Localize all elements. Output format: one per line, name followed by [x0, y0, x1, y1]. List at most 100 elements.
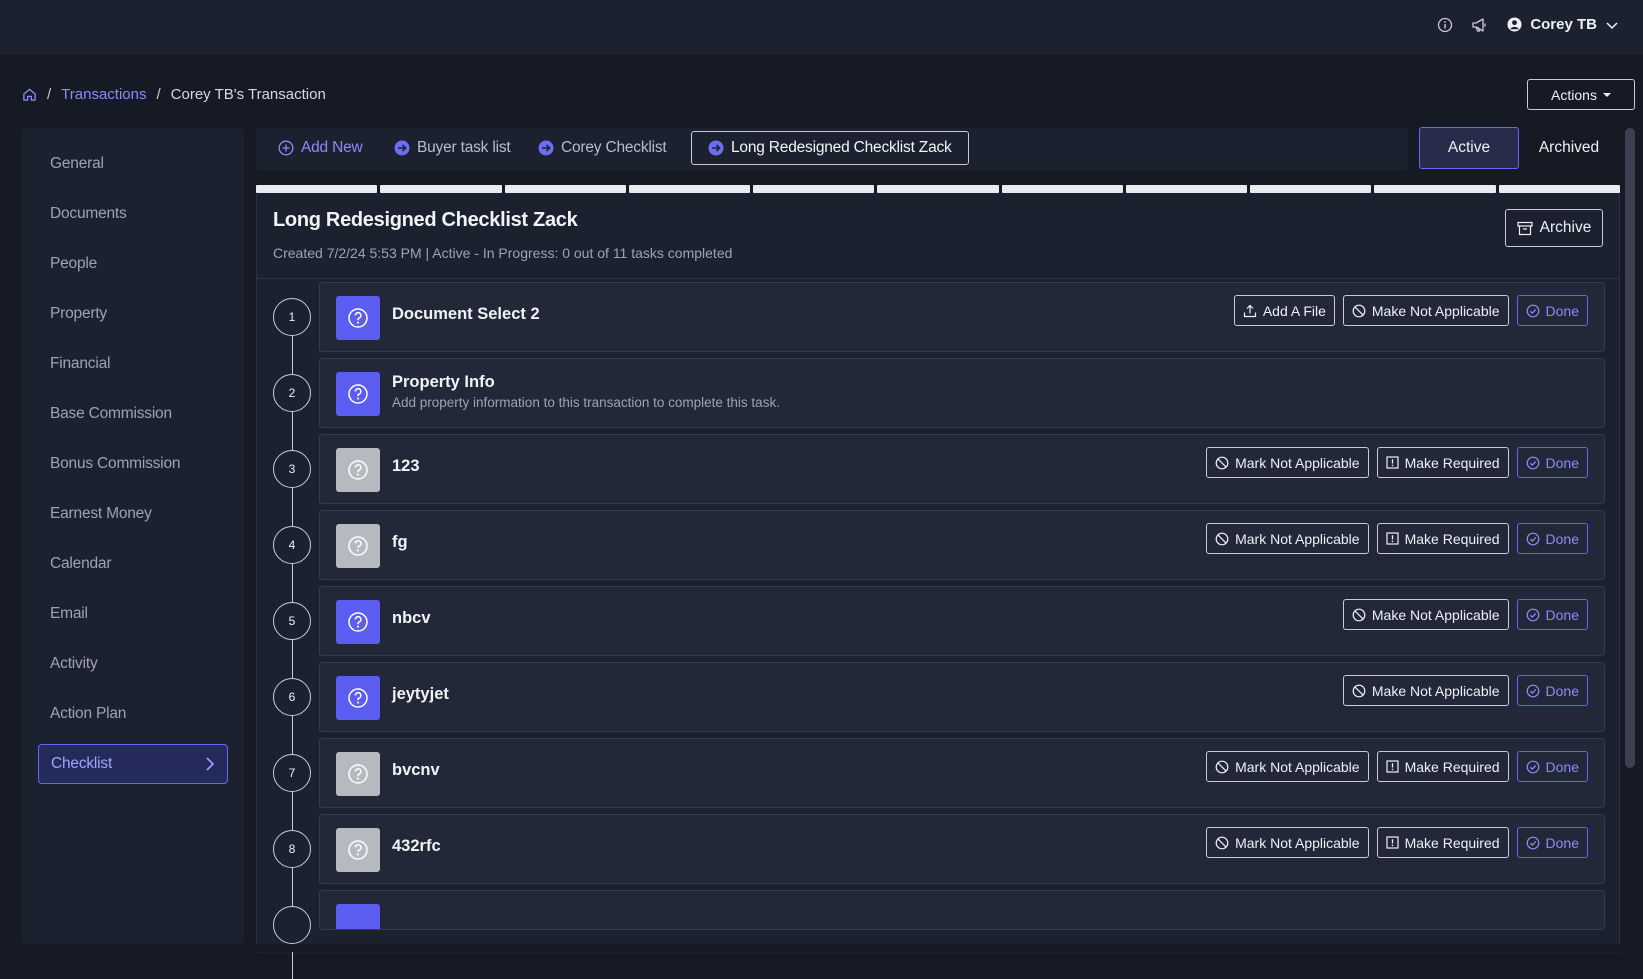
sidebar-item-label: Property — [50, 305, 107, 322]
question-icon — [336, 524, 380, 568]
sidebar-item-financial[interactable]: Financial — [38, 344, 228, 384]
progress-segment — [256, 185, 378, 193]
make-required-button[interactable]: Make Required — [1376, 751, 1509, 782]
question-icon — [336, 448, 380, 492]
add-new-checklist-button[interactable]: Add New — [262, 131, 379, 165]
checklist-subtitle: Created 7/2/24 5:53 PM | Active - In Pro… — [273, 245, 733, 261]
step-number: 6 — [273, 678, 311, 716]
ban-icon — [1352, 608, 1366, 622]
mark-not-applicable-button[interactable]: Mark Not Applicable — [1206, 523, 1369, 554]
task-row[interactable]: jeytyjet Make Not Applicable Done — [319, 662, 1605, 732]
sidebar: General Documents People Property Financ… — [22, 128, 244, 944]
done-button[interactable]: Done — [1516, 599, 1588, 630]
done-button[interactable]: Done — [1516, 447, 1588, 478]
info-icon[interactable] — [1437, 17, 1453, 33]
button-label: Make Required — [1404, 834, 1500, 851]
done-button[interactable]: Done — [1516, 295, 1588, 326]
sidebar-item-label: Email — [50, 605, 88, 622]
check-circle-icon — [1526, 608, 1540, 622]
button-label: Add A File — [1262, 302, 1326, 319]
user-menu[interactable]: Corey TB — [1507, 16, 1619, 33]
sidebar-item-property[interactable]: Property — [38, 294, 228, 334]
done-button[interactable]: Done — [1516, 675, 1588, 706]
sidebar-item-activity[interactable]: Activity — [38, 644, 228, 684]
task-row[interactable]: nbcv Make Not Applicable Done — [319, 586, 1605, 656]
task-row[interactable]: bvcnv Mark Not Applicable Make Required … — [319, 738, 1605, 808]
sidebar-item-action-plan[interactable]: Action Plan — [38, 694, 228, 734]
button-label: Done — [1545, 758, 1579, 775]
progress-segment — [877, 185, 999, 193]
done-button[interactable]: Done — [1516, 751, 1588, 782]
task-name: Document Select 2 — [392, 305, 540, 323]
ban-icon — [1215, 836, 1229, 850]
timeline-line — [292, 319, 293, 979]
make-not-applicable-button[interactable]: Make Not Applicable — [1342, 599, 1509, 630]
sidebar-item-people[interactable]: People — [38, 244, 228, 284]
sidebar-item-earnest-money[interactable]: Earnest Money — [38, 494, 228, 534]
chevron-down-icon — [1605, 20, 1619, 30]
sidebar-item-base-commission[interactable]: Base Commission — [38, 394, 228, 434]
task-row[interactable]: 432rfc Mark Not Applicable Make Required… — [319, 814, 1605, 884]
button-label: Make Not Applicable — [1371, 302, 1500, 319]
button-label: Done — [1545, 606, 1579, 623]
button-label: Mark Not Applicable — [1235, 758, 1360, 775]
check-circle-icon — [1526, 456, 1540, 470]
done-button[interactable]: Done — [1516, 523, 1588, 554]
button-label: Done — [1545, 530, 1579, 547]
make-required-button[interactable]: Make Required — [1376, 523, 1509, 554]
sidebar-item-calendar[interactable]: Calendar — [38, 544, 228, 584]
task-row[interactable]: Property Info Add property information t… — [319, 358, 1605, 428]
task-row[interactable]: 123 Mark Not Applicable Make Required Do… — [319, 434, 1605, 504]
button-label: Make Required — [1404, 454, 1500, 471]
step-number: 1 — [273, 298, 311, 336]
sidebar-item-email[interactable]: Email — [38, 594, 228, 634]
button-label: Done — [1545, 454, 1579, 471]
task-name: bvcnv — [392, 761, 440, 779]
mark-not-applicable-button[interactable]: Mark Not Applicable — [1206, 751, 1369, 782]
sidebar-item-general[interactable]: General — [38, 144, 228, 184]
archive-icon — [1517, 221, 1533, 236]
ban-icon — [1215, 760, 1229, 774]
home-icon[interactable] — [22, 87, 37, 102]
add-a-file-button[interactable]: Add A File — [1233, 295, 1335, 326]
active-filter-button[interactable]: Active — [1419, 127, 1519, 169]
chevron-right-icon — [205, 756, 215, 772]
megaphone-icon[interactable] — [1471, 17, 1489, 33]
task-name: fg — [392, 533, 408, 551]
actions-button[interactable]: Actions — [1527, 79, 1635, 110]
status-filter: Active Archived — [1419, 127, 1619, 169]
tab-corey-checklist[interactable]: Corey Checklist — [522, 131, 683, 165]
sidebar-item-label: Action Plan — [50, 705, 127, 722]
mark-not-applicable-button[interactable]: Mark Not Applicable — [1206, 827, 1369, 858]
check-circle-icon — [1526, 836, 1540, 850]
task-name: 432rfc — [392, 837, 441, 855]
breadcrumb-transactions[interactable]: Transactions — [61, 86, 146, 103]
sidebar-item-documents[interactable]: Documents — [38, 194, 228, 234]
archive-button[interactable]: Archive — [1505, 209, 1603, 247]
task-row[interactable] — [319, 890, 1605, 930]
breadcrumb: / Transactions / Corey TB's Transaction — [22, 86, 326, 103]
sidebar-item-checklist[interactable]: Checklist — [38, 744, 228, 784]
done-button[interactable]: Done — [1516, 827, 1588, 858]
tab-buyer-task-list[interactable]: Buyer task list — [378, 131, 526, 165]
make-required-button[interactable]: Make Required — [1376, 827, 1509, 858]
task-row[interactable]: fg Mark Not Applicable Make Required Don… — [319, 510, 1605, 580]
tab-long-redesigned-checklist-zack[interactable]: Long Redesigned Checklist Zack — [691, 131, 969, 165]
sidebar-item-bonus-commission[interactable]: Bonus Commission — [38, 444, 228, 484]
make-required-button[interactable]: Make Required — [1376, 447, 1509, 478]
step-number: 2 — [273, 374, 311, 412]
button-label: Done — [1545, 682, 1579, 699]
checklist-title: Long Redesigned Checklist Zack — [273, 209, 578, 231]
ban-icon — [1352, 304, 1366, 318]
check-circle-icon — [1526, 532, 1540, 546]
progress-segment — [1125, 185, 1248, 193]
scrollbar[interactable] — [1625, 128, 1635, 768]
make-not-applicable-button[interactable]: Make Not Applicable — [1342, 295, 1509, 326]
mark-not-applicable-button[interactable]: Mark Not Applicable — [1206, 447, 1369, 478]
make-not-applicable-button[interactable]: Make Not Applicable — [1342, 675, 1509, 706]
check-circle-icon — [1526, 684, 1540, 698]
task-row[interactable]: Document Select 2 Add A File Make Not Ap… — [319, 282, 1605, 352]
archived-filter-button[interactable]: Archived — [1519, 127, 1619, 169]
step-number: 3 — [273, 450, 311, 488]
archive-label: Archive — [1539, 219, 1592, 236]
